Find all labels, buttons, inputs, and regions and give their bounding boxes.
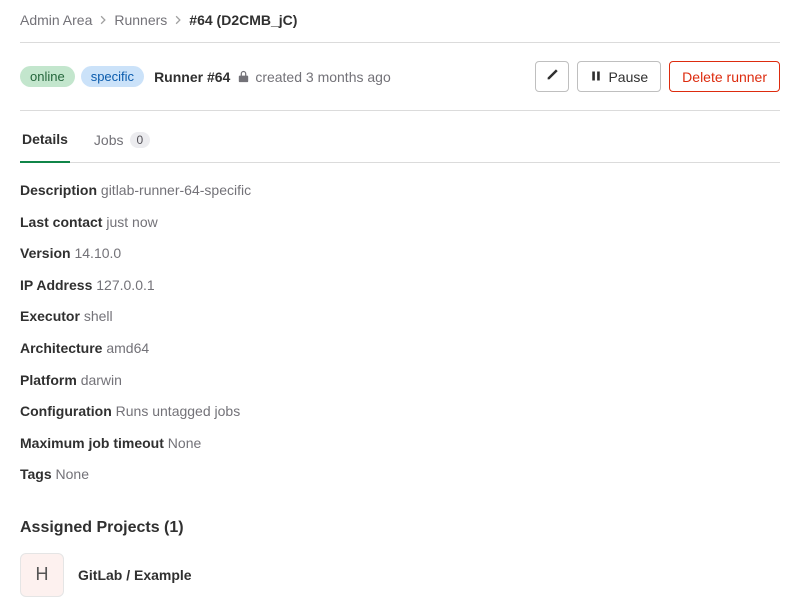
detail-value: 14.10.0 <box>74 245 121 261</box>
project-avatar: H <box>20 553 64 597</box>
detail-key: Version <box>20 245 71 261</box>
delete-runner-button[interactable]: Delete runner <box>669 61 780 92</box>
tabs: Details Jobs 0 <box>20 117 780 163</box>
status-badge-online: online <box>20 66 75 87</box>
detail-key: Description <box>20 182 97 198</box>
tab-details-label: Details <box>22 131 68 147</box>
detail-value: 127.0.0.1 <box>96 277 154 293</box>
project-item[interactable]: H GitLab / Example <box>20 553 780 597</box>
status-badge-specific: specific <box>81 66 144 87</box>
pause-button[interactable]: Pause <box>577 61 661 92</box>
pencil-icon <box>545 68 559 85</box>
runner-header: online specific Runner #64 created 3 mon… <box>20 43 780 111</box>
detail-key: Last contact <box>20 214 102 230</box>
jobs-count-badge: 0 <box>130 132 151 148</box>
tab-jobs-label: Jobs <box>94 132 124 148</box>
pause-icon <box>590 69 602 85</box>
detail-row: Configuration Runs untagged jobs <box>20 402 780 422</box>
runner-title: Runner #64 <box>154 69 230 85</box>
breadcrumb: Admin Area Runners #64 (D2CMB_jC) <box>20 8 780 43</box>
detail-key: Tags <box>20 466 52 482</box>
detail-row: Platform darwin <box>20 371 780 391</box>
detail-value: just now <box>106 214 157 230</box>
project-name: GitLab / Example <box>78 567 192 583</box>
detail-key: Platform <box>20 372 77 388</box>
detail-value: amd64 <box>106 340 149 356</box>
details-panel: Description gitlab-runner-64-specific Las… <box>20 163 780 503</box>
edit-button[interactable] <box>535 61 569 92</box>
detail-row: Executor shell <box>20 307 780 327</box>
breadcrumb-admin[interactable]: Admin Area <box>20 12 92 28</box>
detail-row: Tags None <box>20 465 780 485</box>
breadcrumb-current: #64 (D2CMB_jC) <box>189 12 297 28</box>
detail-value: None <box>56 466 89 482</box>
detail-key: Configuration <box>20 403 112 419</box>
detail-row: Version 14.10.0 <box>20 244 780 264</box>
detail-value: shell <box>84 308 113 324</box>
detail-value: None <box>168 435 201 451</box>
tab-jobs[interactable]: Jobs 0 <box>92 117 152 163</box>
chevron-right-icon <box>173 12 183 28</box>
header-actions: Pause Delete runner <box>535 61 780 92</box>
detail-key: Maximum job timeout <box>20 435 164 451</box>
detail-value: darwin <box>81 372 122 388</box>
detail-row: Description gitlab-runner-64-specific <box>20 181 780 201</box>
breadcrumb-runners[interactable]: Runners <box>114 12 167 28</box>
detail-key: Executor <box>20 308 80 324</box>
detail-row: IP Address 127.0.0.1 <box>20 276 780 296</box>
detail-value: Runs untagged jobs <box>116 403 241 419</box>
lock-icon <box>236 69 251 84</box>
detail-key: IP Address <box>20 277 92 293</box>
detail-row: Last contact just now <box>20 213 780 233</box>
assigned-projects-heading: Assigned Projects (1) <box>20 519 780 537</box>
detail-row: Architecture amd64 <box>20 339 780 359</box>
detail-key: Architecture <box>20 340 102 356</box>
runner-created: created 3 months ago <box>255 69 390 85</box>
detail-row: Maximum job timeout None <box>20 434 780 454</box>
pause-label: Pause <box>608 69 648 85</box>
detail-value: gitlab-runner-64-specific <box>101 182 251 198</box>
tab-details[interactable]: Details <box>20 117 70 163</box>
chevron-right-icon <box>98 12 108 28</box>
